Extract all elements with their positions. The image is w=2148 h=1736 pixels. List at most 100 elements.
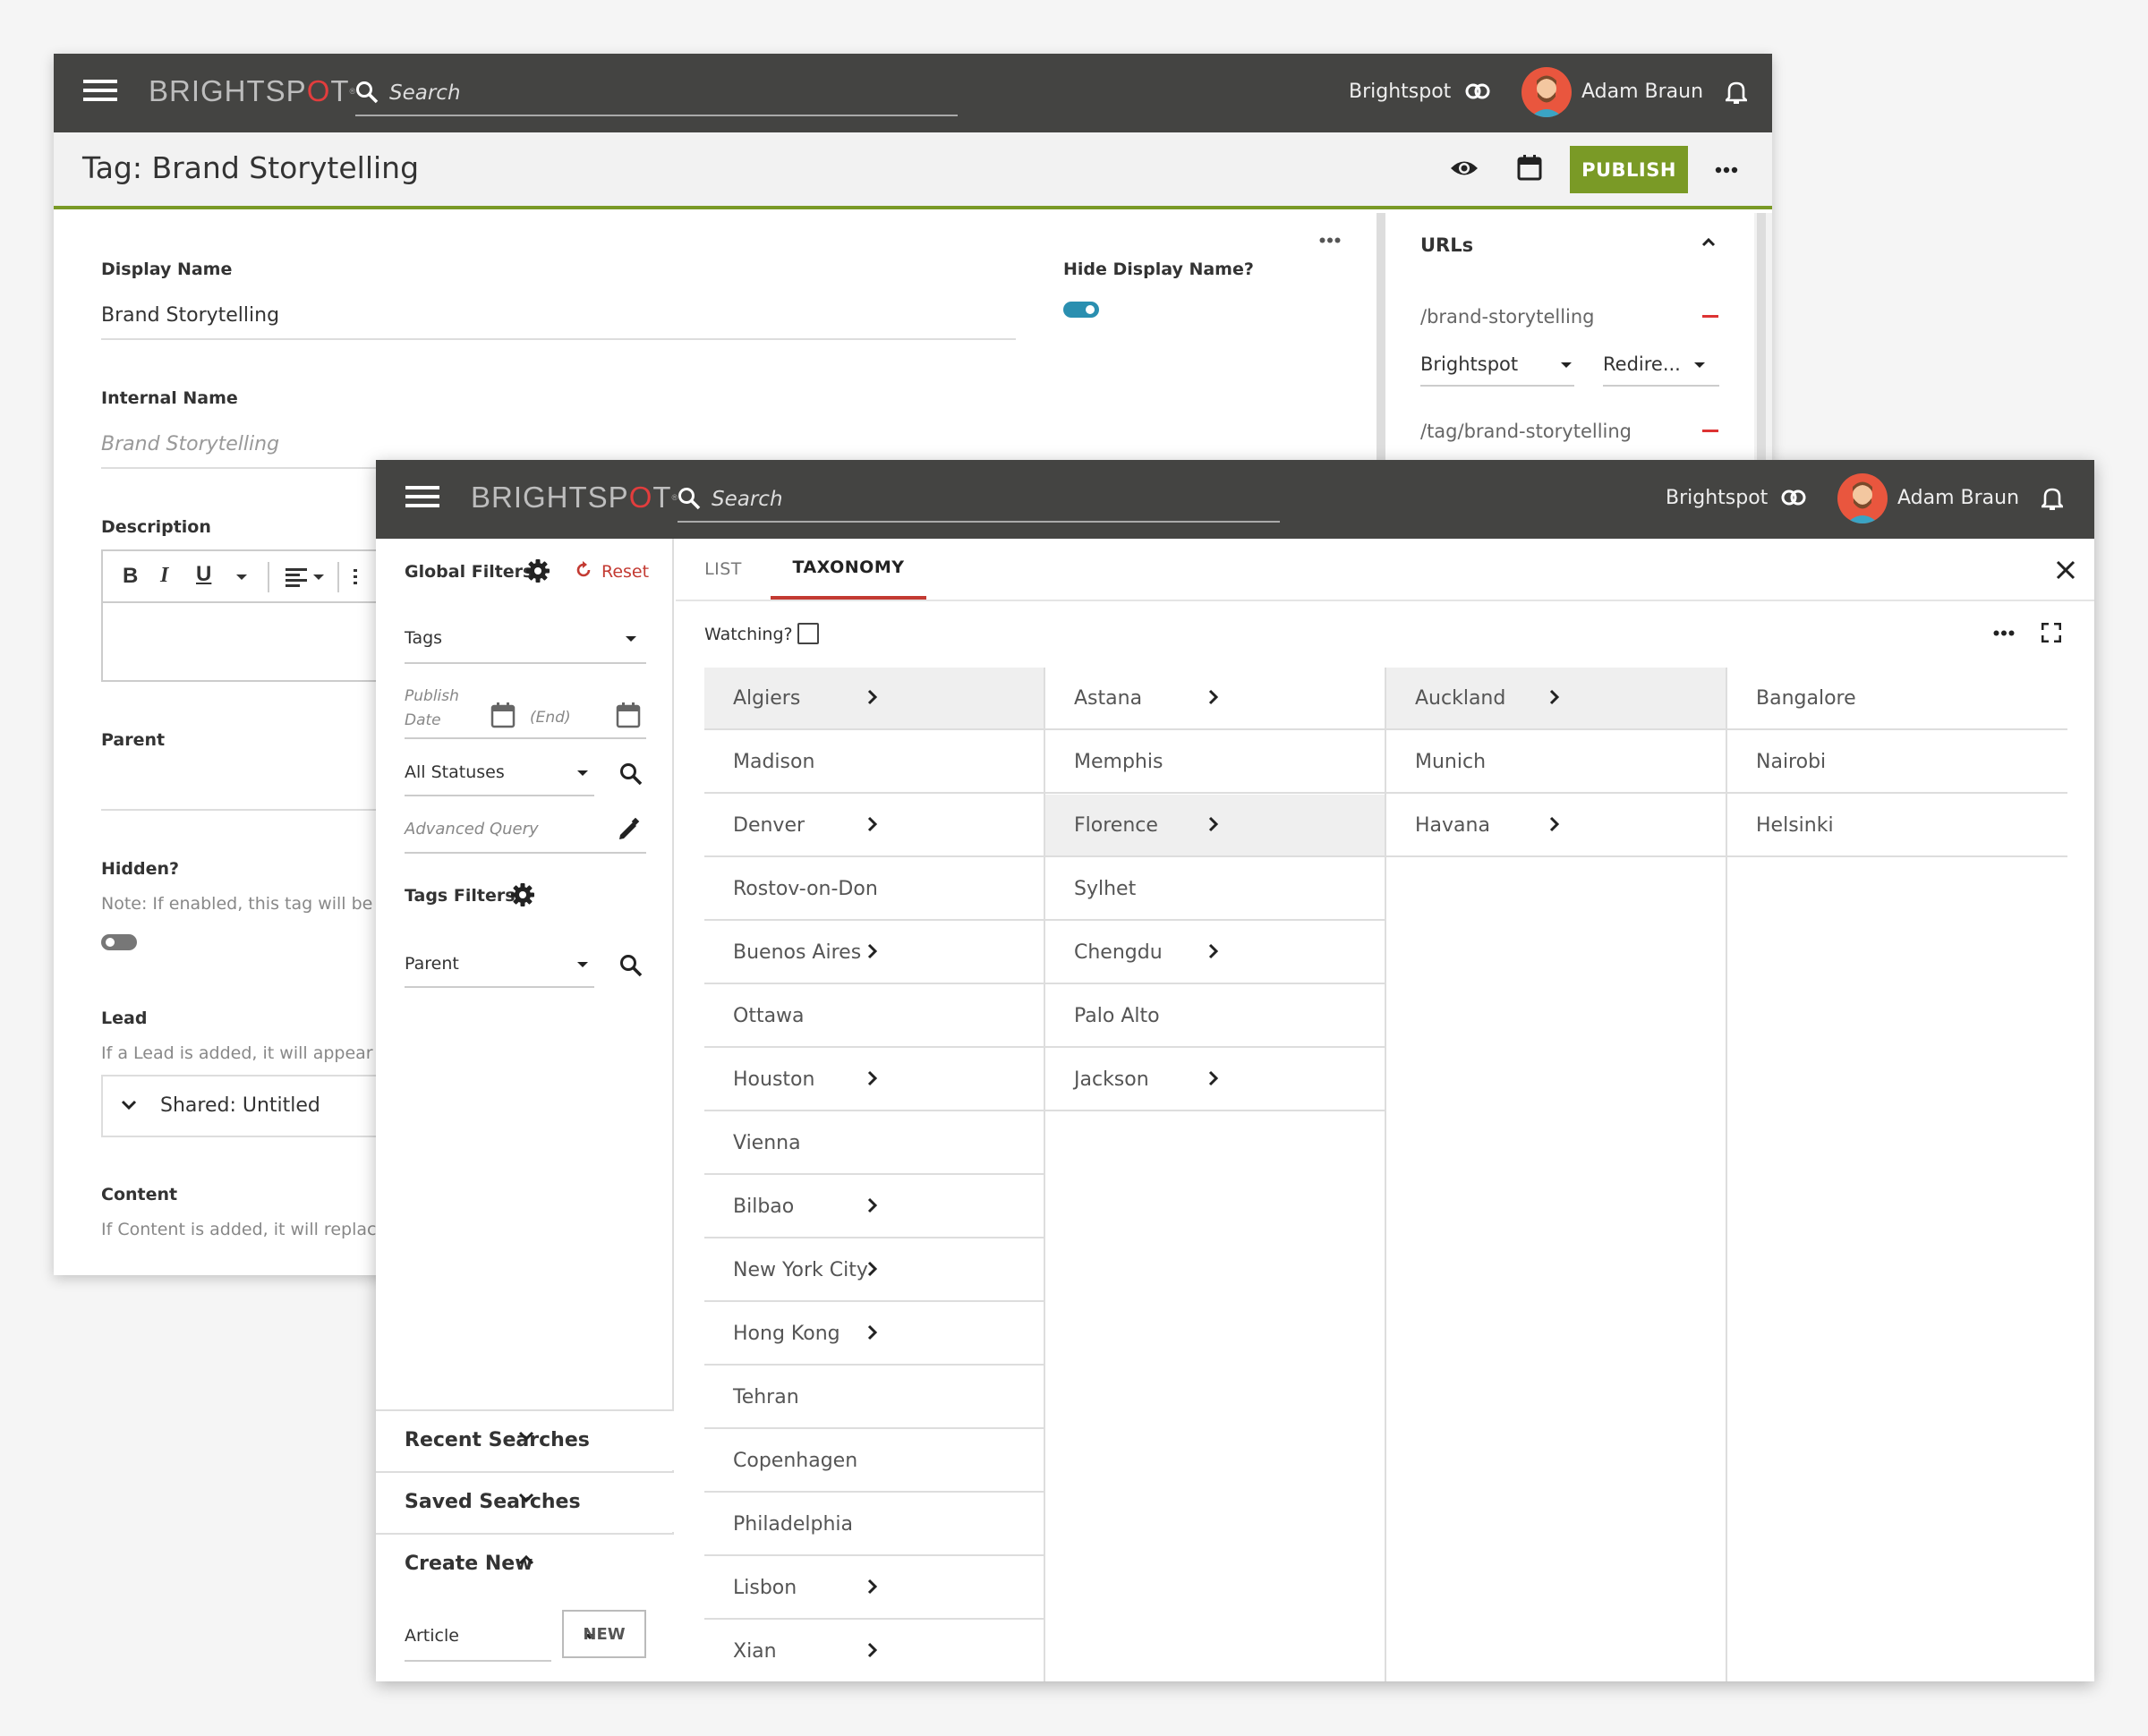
hidden-toggle[interactable] xyxy=(101,933,137,955)
close-icon[interactable] xyxy=(2056,560,2076,580)
taxonomy-item[interactable]: Buenos Aires xyxy=(704,922,1044,984)
url-site-select[interactable]: Brightspot xyxy=(1420,353,1518,375)
chevron-right-icon[interactable] xyxy=(733,943,1012,959)
chevron-right-icon[interactable] xyxy=(1415,816,1694,832)
more-options-icon[interactable] xyxy=(1715,166,1738,174)
taxonomy-item[interactable]: Tehran xyxy=(704,1366,1044,1429)
chevron-right-icon[interactable] xyxy=(1074,689,1353,705)
brightspot-logo[interactable]: BRIGHTSPOT® xyxy=(471,481,678,514)
taxonomy-item[interactable]: Bangalore xyxy=(1727,668,2067,730)
advanced-query-input[interactable]: Advanced Query xyxy=(405,820,539,838)
status-select[interactable]: All Statuses xyxy=(405,762,505,782)
bell-icon[interactable] xyxy=(2041,486,2063,511)
taxonomy-item[interactable]: Jackson xyxy=(1045,1049,1385,1111)
remove-url-icon[interactable] xyxy=(1702,315,1718,318)
taxonomy-item[interactable]: Copenhagen xyxy=(704,1430,1044,1493)
taxonomy-item[interactable]: Algiers xyxy=(704,668,1044,730)
hamburger-menu-icon[interactable] xyxy=(405,484,439,509)
taxonomy-item[interactable]: Sylhet xyxy=(1045,858,1385,921)
type-select[interactable]: Tags xyxy=(405,628,442,648)
search-icon[interactable] xyxy=(619,954,643,977)
taxonomy-item[interactable]: Nairobi xyxy=(1727,731,2067,794)
user-avatar[interactable] xyxy=(1522,67,1572,117)
url-item[interactable]: /brand-storytelling xyxy=(1420,306,1595,328)
calendar-icon[interactable] xyxy=(1517,154,1542,181)
remove-url-icon[interactable] xyxy=(1702,430,1718,432)
chevron-right-icon[interactable] xyxy=(1074,943,1353,959)
taxonomy-item[interactable]: Bilbao xyxy=(704,1176,1044,1238)
url-type-select[interactable]: Redire... xyxy=(1603,353,1681,375)
fullscreen-icon[interactable] xyxy=(2041,623,2061,642)
urls-panel-header[interactable]: URLs xyxy=(1394,213,1754,276)
site-name[interactable]: Brightspot xyxy=(1666,487,1768,509)
align-dropdown-icon[interactable] xyxy=(312,574,325,581)
tab-list[interactable]: LIST xyxy=(676,539,771,600)
taxonomy-item[interactable]: Xian xyxy=(704,1621,1044,1681)
list-icon[interactable] xyxy=(354,567,371,587)
search-field[interactable] xyxy=(678,478,1280,523)
reset-link[interactable]: Reset xyxy=(601,562,649,582)
chevron-right-icon[interactable] xyxy=(733,1324,1012,1340)
chevron-right-icon[interactable] xyxy=(733,689,1012,705)
taxonomy-item[interactable]: Auckland xyxy=(1386,668,1726,730)
link-icon[interactable] xyxy=(1465,82,1490,100)
taxonomy-item[interactable]: Vienna xyxy=(704,1112,1044,1175)
hamburger-menu-icon[interactable] xyxy=(83,78,117,103)
taxonomy-item[interactable]: Palo Alto xyxy=(1045,985,1385,1048)
taxonomy-item[interactable]: Hong Kong xyxy=(704,1303,1044,1366)
field-more-icon[interactable] xyxy=(1319,237,1341,243)
url-item[interactable]: /tag/brand-storytelling xyxy=(1420,421,1632,442)
parent-filter-select[interactable]: Parent xyxy=(405,954,459,974)
internal-name-input[interactable]: Brand Storytelling xyxy=(101,433,279,455)
more-options-icon[interactable] xyxy=(1993,630,2015,636)
taxonomy-item[interactable]: Astana xyxy=(1045,668,1385,730)
bell-icon[interactable] xyxy=(1726,80,1747,105)
reset-icon[interactable] xyxy=(575,561,592,579)
recent-searches-toggle[interactable]: Recent Searches xyxy=(376,1409,674,1470)
chevron-right-icon[interactable] xyxy=(1415,689,1694,705)
user-name[interactable]: Adam Braun xyxy=(1897,487,2019,509)
search-field[interactable] xyxy=(355,72,958,116)
new-button[interactable]: NEW xyxy=(562,1610,646,1658)
start-date-underline[interactable] xyxy=(405,737,537,739)
italic-button[interactable]: I xyxy=(160,564,168,588)
create-type-select[interactable]: Article xyxy=(405,1626,459,1646)
gear-icon[interactable] xyxy=(510,882,535,907)
chevron-right-icon[interactable] xyxy=(1074,1070,1353,1086)
chevron-right-icon[interactable] xyxy=(733,1261,1012,1277)
publish-button[interactable]: PUBLISH xyxy=(1570,146,1688,193)
bold-button[interactable]: B xyxy=(123,564,138,589)
chevron-right-icon[interactable] xyxy=(733,1642,1012,1658)
chevron-down-icon[interactable] xyxy=(121,1100,137,1111)
hide-display-name-toggle[interactable] xyxy=(1063,301,1099,322)
taxonomy-item[interactable]: Denver xyxy=(704,795,1044,857)
calendar-icon[interactable] xyxy=(490,702,516,728)
search-input[interactable] xyxy=(712,483,1249,515)
taxonomy-item[interactable]: Ottawa xyxy=(704,985,1044,1048)
link-icon[interactable] xyxy=(1781,489,1806,506)
taxonomy-item[interactable]: Florence xyxy=(1045,795,1385,857)
chevron-right-icon[interactable] xyxy=(733,1579,1012,1595)
taxonomy-item[interactable]: Memphis xyxy=(1045,731,1385,794)
underline-button[interactable]: U xyxy=(196,562,211,587)
preview-eye-icon[interactable] xyxy=(1450,157,1479,179)
taxonomy-item[interactable]: Philadelphia xyxy=(704,1493,1044,1556)
end-date-label[interactable]: (End) xyxy=(530,709,571,727)
taxonomy-item[interactable]: New York City xyxy=(704,1239,1044,1302)
taxonomy-item[interactable]: Munich xyxy=(1386,731,1726,794)
chevron-right-icon[interactable] xyxy=(1074,816,1353,832)
pencil-icon[interactable] xyxy=(618,818,641,841)
chevron-right-icon[interactable] xyxy=(733,1197,1012,1213)
user-name[interactable]: Adam Braun xyxy=(1581,81,1703,103)
taxonomy-item[interactable]: Havana xyxy=(1386,795,1726,857)
calendar-icon[interactable] xyxy=(616,702,641,728)
align-left-icon[interactable] xyxy=(286,567,309,587)
chevron-up-icon[interactable] xyxy=(405,1554,647,1565)
search-icon[interactable] xyxy=(619,762,643,786)
taxonomy-item[interactable]: Helsinki xyxy=(1727,795,2067,857)
watching-checkbox[interactable] xyxy=(797,623,819,644)
taxonomy-item[interactable]: Chengdu xyxy=(1045,922,1385,984)
chevron-right-icon[interactable] xyxy=(733,1070,1012,1086)
tab-taxonomy[interactable]: TAXONOMY xyxy=(771,539,926,600)
gear-icon[interactable] xyxy=(525,558,550,583)
